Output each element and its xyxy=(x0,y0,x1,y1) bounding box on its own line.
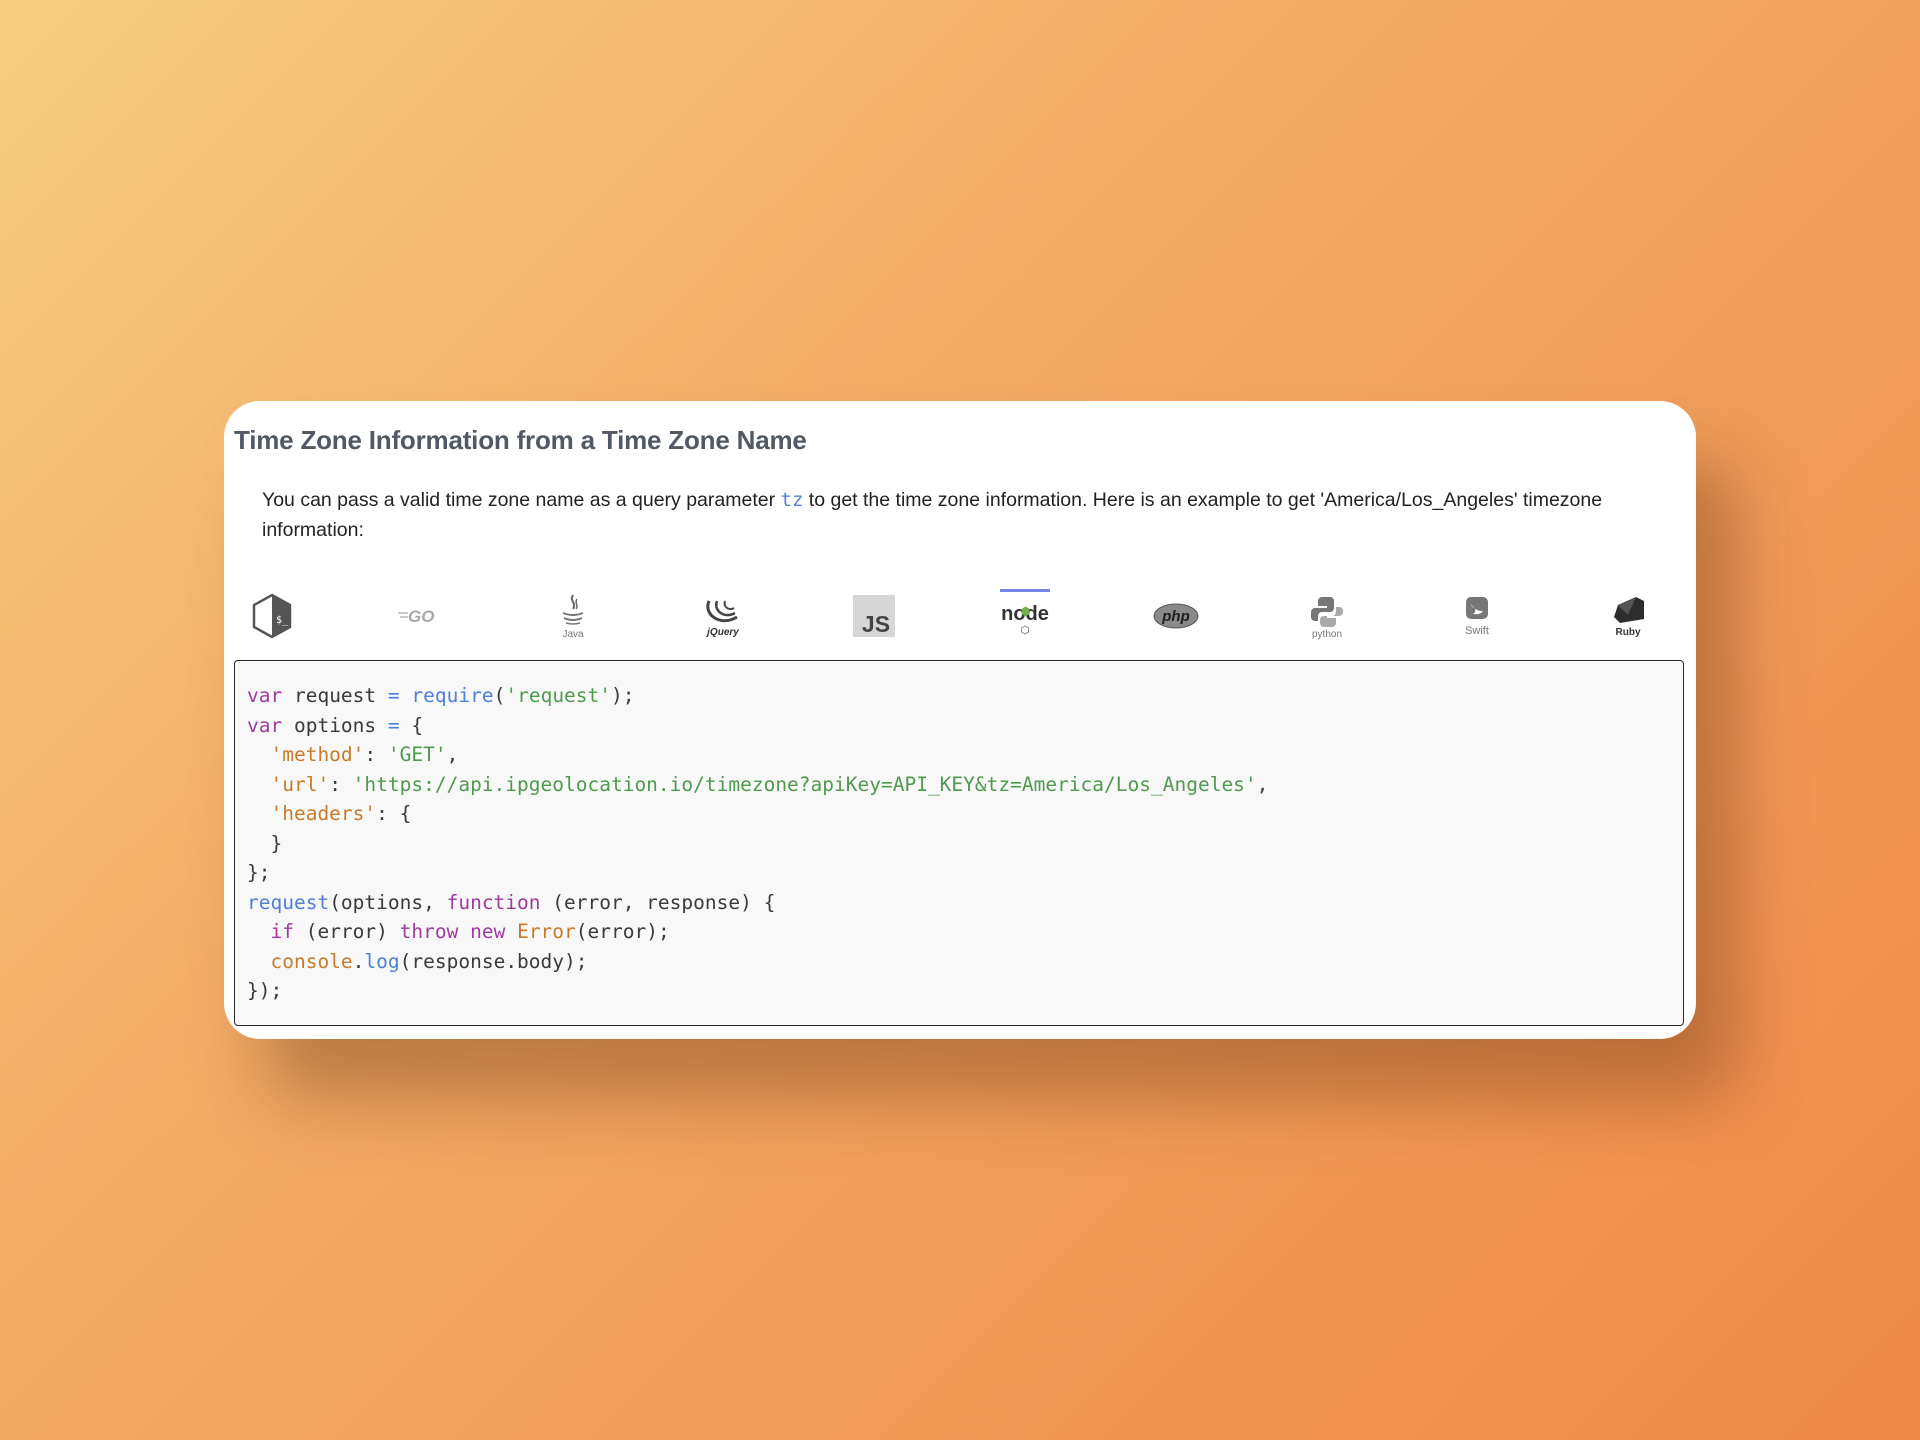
tz-param-code: tz xyxy=(780,489,804,511)
tab-swift-label: Swift xyxy=(1465,625,1489,637)
tab-php-label: php xyxy=(1161,608,1190,625)
code-method-value: GET xyxy=(399,743,435,766)
tab-shell[interactable]: $_ xyxy=(222,579,322,653)
java-icon: Java xyxy=(562,594,584,640)
js-icon: JS xyxy=(853,595,895,637)
tab-php[interactable]: php xyxy=(1126,579,1226,653)
tab-go[interactable]: GO xyxy=(372,579,472,653)
tab-jquery[interactable]: jQuery xyxy=(673,579,773,653)
tab-java[interactable]: Java xyxy=(523,579,623,653)
section-title: Time Zone Information from a Time Zone N… xyxy=(234,425,807,455)
code-snippet: var request = require('request'); var op… xyxy=(247,684,1269,1002)
tab-ruby-label: Ruby xyxy=(1616,627,1641,638)
php-icon: php xyxy=(1153,603,1199,629)
tab-shell-label: $_ xyxy=(276,615,289,626)
api-example-card: Time Zone Information from a Time Zone N… xyxy=(224,401,1696,1039)
tab-node[interactable]: node xyxy=(975,579,1075,653)
code-module-name: request xyxy=(517,684,600,707)
tab-python[interactable]: python xyxy=(1277,579,1377,653)
tab-js-label: JS xyxy=(862,611,890,637)
tab-python-label: python xyxy=(1312,629,1342,639)
swift-icon: Swift xyxy=(1465,597,1489,637)
language-tabs: $_ GO Java jQuery JS php python Swift Ru… xyxy=(234,579,1686,653)
nodejs-icon: node xyxy=(1001,603,1049,635)
tab-jquery-label: jQuery xyxy=(705,627,739,638)
jquery-icon: jQuery xyxy=(705,600,739,638)
description-text-before: You can pass a valid time zone name as a… xyxy=(262,489,781,511)
tab-go-label: GO xyxy=(408,607,434,626)
shell-icon: $_ xyxy=(252,593,292,639)
tab-swift[interactable]: Swift xyxy=(1427,579,1527,653)
tab-java-label: Java xyxy=(562,629,584,640)
ruby-icon: Ruby xyxy=(1614,597,1644,638)
python-icon: python xyxy=(1311,597,1343,639)
section-description: You can pass a valid time zone name as a… xyxy=(262,485,1672,545)
tab-ruby[interactable]: Ruby xyxy=(1578,579,1678,653)
code-block[interactable]: var request = require('request'); var op… xyxy=(234,660,1684,1026)
code-url-value: https://api.ipgeolocation.io/timezone?ap… xyxy=(364,772,1245,796)
tab-js[interactable]: JS xyxy=(824,579,924,653)
go-icon: GO xyxy=(398,607,434,626)
